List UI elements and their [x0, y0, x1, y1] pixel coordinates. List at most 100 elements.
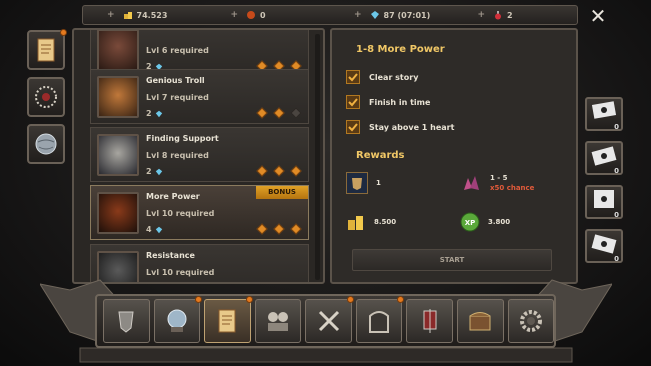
mission-portrait [97, 30, 139, 71]
nav-missions[interactable] [204, 296, 253, 343]
mission-stars [256, 107, 302, 119]
card-count: 0 [614, 211, 619, 219]
objective-label: Stay above 1 heart [369, 122, 455, 132]
resource-bar: + 74.523 + 0 + 87 (07:01) + 2 [82, 5, 578, 25]
mission-gem-cost: 2 [146, 167, 163, 176]
mission-portrait [97, 76, 139, 118]
gold-coins-icon [348, 216, 363, 230]
reward-shards: 1 - 5 x50 chance [460, 172, 534, 194]
bomb-resource[interactable]: + 0 [207, 10, 331, 20]
card-slot[interactable]: 0 [585, 229, 623, 263]
nav-chest[interactable] [456, 299, 504, 343]
mission-portrait [97, 134, 139, 176]
objective-check-icon [346, 70, 360, 84]
mission-name: Finding Support [146, 134, 219, 143]
mission-portrait [97, 192, 139, 234]
mission-stars [256, 223, 302, 235]
mission-detail-panel: 1-8 More Power Clear story Finish in tim… [330, 28, 578, 284]
objective-label: Clear story [369, 72, 419, 82]
close-icon[interactable]: ✕ [589, 6, 607, 26]
objective-item: Finish in time [346, 95, 430, 109]
reward-item: 1 [346, 172, 381, 194]
star-empty-icon [290, 107, 302, 119]
rewards-heading: Rewards [356, 150, 405, 161]
gem-icon [370, 11, 379, 19]
mission-name: More Power [146, 192, 200, 201]
mission-level: Lvl 10 required [146, 209, 215, 218]
nav-settings[interactable] [507, 299, 555, 343]
add-gold-icon[interactable]: + [107, 10, 115, 20]
xp-icon: XP [460, 212, 480, 232]
nav-heroes[interactable] [103, 299, 150, 343]
objective-item: Clear story [346, 70, 418, 84]
nav-battle[interactable] [305, 296, 354, 343]
card-slot[interactable]: 0 [585, 185, 623, 219]
add-potion-icon[interactable]: + [478, 10, 486, 20]
shard-icon [464, 176, 479, 190]
gem-resource[interactable]: + 87 (07:01) [330, 10, 454, 20]
tab-wheel[interactable] [27, 77, 65, 117]
notification-dot [346, 296, 354, 303]
mission-name: Resistance [146, 251, 195, 260]
armor-icon [346, 172, 368, 194]
star-icon [273, 165, 285, 177]
crystal-ball-icon [167, 309, 187, 332]
banner-icon [423, 309, 437, 333]
gem-icon [155, 168, 162, 175]
reward-xp: XP 3.800 [460, 212, 510, 232]
bomb-icon [247, 11, 256, 19]
bonus-badge: BONUS [256, 186, 308, 199]
shield-swords-icon [118, 311, 134, 333]
gate-icon [369, 311, 390, 333]
add-bomb-icon[interactable]: + [231, 10, 239, 20]
wheel-icon [35, 86, 57, 108]
card-slot[interactable]: 0 [585, 97, 623, 131]
team-icon [267, 312, 288, 331]
card-slot[interactable]: 0 [585, 141, 623, 175]
card-count: 0 [614, 167, 619, 175]
star-icon [290, 223, 302, 235]
nav-orb[interactable] [153, 296, 203, 343]
reward-gold: 8.500 [346, 212, 396, 232]
mission-item-selected[interactable]: BONUS More Power Lvl 10 required 4 [90, 185, 309, 240]
mission-list-panel[interactable]: Lvl 6 required 2 Genious Troll Lvl 7 req… [72, 28, 325, 284]
bomb-amount: 0 [260, 10, 266, 20]
tab-globe[interactable] [27, 124, 65, 164]
add-gem-icon[interactable]: + [354, 10, 362, 20]
mission-item[interactable]: Genious Troll Lvl 7 required 2 [90, 69, 309, 124]
notification-dot [397, 296, 405, 303]
reward-xp-amount: 3.800 [488, 218, 511, 226]
star-icon [290, 165, 302, 177]
objective-label: Finish in time [369, 97, 431, 107]
nav-guild[interactable] [406, 299, 453, 343]
scroll-icon [218, 309, 236, 333]
crossed-swords-icon [318, 310, 339, 332]
gem-icon [155, 226, 162, 233]
star-icon [256, 165, 268, 177]
notification-dot [245, 296, 253, 303]
shard-range: 1 - 5 [490, 174, 508, 182]
gold-amount: 74.523 [136, 10, 168, 20]
gold-resource[interactable]: + 74.523 [83, 10, 207, 20]
nav-team[interactable] [254, 299, 302, 343]
potion-icon [495, 11, 502, 20]
gem-amount: 87 (07:01) [383, 10, 431, 20]
card-count: 0 [614, 123, 619, 131]
mission-stars [256, 165, 302, 177]
objective-check-icon [346, 95, 360, 109]
shard-chance: x50 chance [490, 184, 535, 192]
nav-dungeon[interactable] [355, 296, 405, 343]
tab-scroll[interactable] [27, 29, 67, 70]
scrollbar[interactable] [315, 34, 320, 280]
scroll-icon [37, 38, 55, 62]
mission-name: Genious Troll [146, 76, 205, 85]
star-icon [256, 107, 268, 119]
potion-resource[interactable]: + 2 [454, 10, 578, 20]
notification-dot [60, 29, 67, 36]
gold-coins-icon [123, 12, 132, 19]
mission-item[interactable]: Finding Support Lvl 8 required 2 [90, 127, 309, 182]
objective-check-icon [346, 120, 360, 134]
globe-icon [35, 133, 57, 155]
start-button[interactable]: START [352, 249, 552, 271]
objective-item: Stay above 1 heart [346, 120, 454, 134]
